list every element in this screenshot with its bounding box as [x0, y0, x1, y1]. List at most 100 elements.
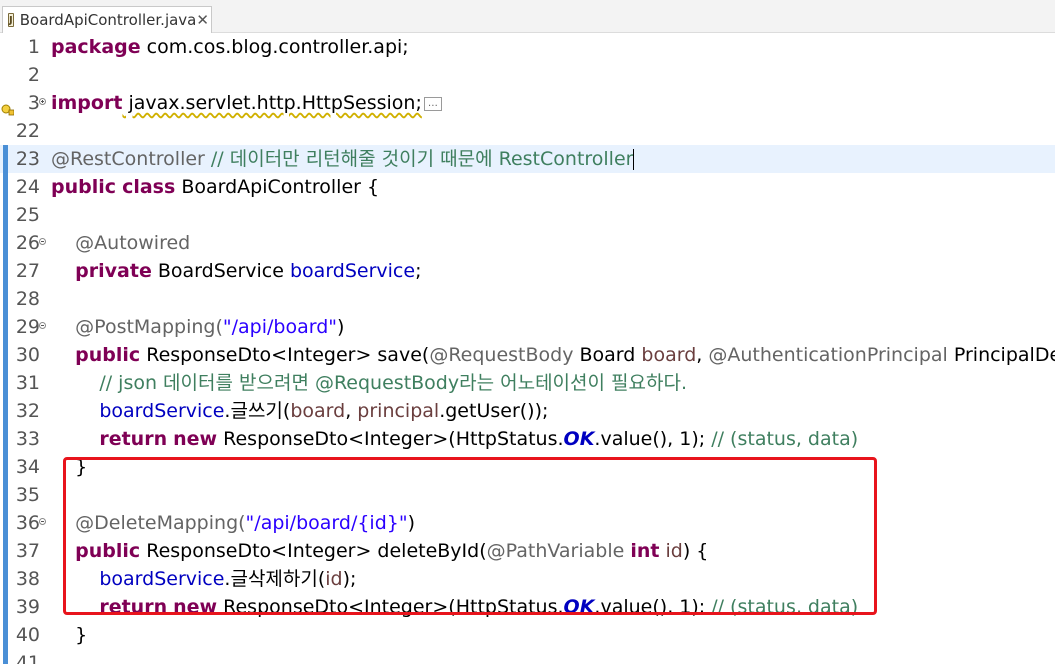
- line-number: 36: [15, 512, 40, 534]
- code-line[interactable]: 30 public ResponseDto<Integer> save(@Req…: [0, 341, 1055, 369]
- line-number: 38: [15, 568, 40, 590]
- change-marker: [3, 173, 8, 201]
- change-marker: [3, 481, 8, 509]
- code-line[interactable]: 24 public class BoardApiController {: [0, 173, 1055, 201]
- code-token: BoardApiController {: [175, 176, 380, 198]
- code-token: @RequestBody: [429, 344, 574, 366]
- line-number: 31: [15, 372, 40, 394]
- code-text: @RestController // 데이터만 리턴해줄 것이기 때문에 Res…: [51, 145, 635, 173]
- change-marker: [3, 285, 8, 313]
- line-number: 1: [27, 36, 40, 58]
- code-token: javax.servlet.http.HttpSession;: [122, 92, 422, 114]
- code-text: import javax.servlet.http.HttpSession;…: [51, 89, 442, 117]
- code-token: boardService: [289, 260, 416, 282]
- line-number: 30: [15, 344, 40, 366]
- code-line[interactable]: 1 package com.cos.blog.controller.api;: [0, 33, 1055, 61]
- code-token: new: [173, 428, 218, 450]
- collapse-fold-icon[interactable]: [39, 238, 46, 245]
- collapse-fold-icon[interactable]: [39, 518, 46, 525]
- line-number: 24: [15, 176, 40, 198]
- code-token: PrincipalDetail principal) {: [953, 344, 1055, 366]
- code-token: @AuthenticationPrincipal: [708, 344, 948, 366]
- code-token: public: [75, 344, 141, 366]
- line-number: 41: [15, 652, 40, 664]
- collapse-fold-icon[interactable]: [39, 322, 46, 329]
- code-token: ;: [415, 260, 422, 282]
- expand-fold-icon[interactable]: [39, 98, 46, 105]
- line-number: 25: [15, 204, 40, 226]
- close-icon[interactable]: ✕: [196, 11, 209, 29]
- change-marker: [3, 201, 8, 229]
- code-token: ResponseDto<Integer> save(: [140, 344, 430, 366]
- change-marker: [3, 369, 8, 397]
- code-text: }: [51, 621, 87, 649]
- code-text: public ResponseDto<Integer> save(@Reques…: [51, 341, 1055, 369]
- code-line[interactable]: 22: [0, 117, 1055, 145]
- change-marker: [3, 341, 8, 369]
- code-text: private BoardService boardService;: [51, 257, 421, 285]
- code-token: com.cos.blog.controller.api;: [140, 36, 409, 58]
- line-number: 33: [15, 428, 40, 450]
- code-token: package: [51, 36, 141, 58]
- code-token: .getUser());: [439, 400, 549, 422]
- line-number: 37: [15, 540, 40, 562]
- change-marker: [3, 229, 8, 257]
- code-line[interactable]: 23 @RestController // 데이터만 리턴해줄 것이기 때문에 R…: [0, 145, 1055, 173]
- code-token: .value(), 1);: [594, 428, 712, 450]
- code-token: .글쓰기(: [224, 400, 291, 422]
- code-token: // (status, data): [711, 428, 859, 450]
- change-marker: [3, 509, 8, 537]
- line-number: 26: [15, 232, 40, 254]
- code-line[interactable]: 28: [0, 285, 1055, 313]
- line-number: 23: [15, 148, 40, 170]
- line-number: 29: [15, 316, 40, 338]
- code-token: class: [122, 176, 176, 198]
- code-line[interactable]: 3 import javax.servlet.http.HttpSession;…: [0, 89, 1055, 117]
- editor-tab-bar: J BoardApiController.java ✕: [0, 0, 1055, 33]
- code-token: public: [51, 176, 117, 198]
- code-line[interactable]: 29 @PostMapping("/api/board"): [0, 313, 1055, 341]
- highlight-box: [63, 457, 877, 615]
- code-token: principal: [357, 400, 440, 422]
- code-token: @PostMapping(: [51, 316, 223, 338]
- text-caret: [633, 149, 635, 170]
- folded-imports-indicator[interactable]: …: [423, 96, 442, 111]
- code-line[interactable]: 31 // json 데이터를 받으려면 @RequestBody라는 어노테이…: [0, 369, 1055, 397]
- change-marker: [3, 537, 8, 565]
- line-number: 32: [15, 400, 40, 422]
- code-token: private: [75, 260, 152, 282]
- code-line[interactable]: 2: [0, 61, 1055, 89]
- line-number: 39: [15, 596, 40, 618]
- change-marker: [3, 649, 8, 664]
- code-token: ResponseDto<Integer>(HttpStatus.: [217, 428, 564, 450]
- change-marker: [3, 565, 8, 593]
- code-token: // json 데이터를 받으려면 @RequestBody라는 어노테이션이 …: [51, 372, 687, 394]
- code-token: Board: [573, 344, 642, 366]
- line-number: 35: [15, 484, 40, 506]
- code-line[interactable]: 25: [0, 201, 1055, 229]
- code-line[interactable]: 40 }: [0, 621, 1055, 649]
- code-text: @PostMapping("/api/board"): [51, 313, 344, 341]
- tab-title: BoardApiController.java: [19, 11, 197, 29]
- java-file-icon: J: [8, 13, 14, 27]
- code-line[interactable]: 32 boardService.글쓰기(board, principal.get…: [0, 397, 1055, 425]
- line-number: 22: [15, 120, 40, 142]
- tab-boardapicontroller[interactable]: J BoardApiController.java ✕: [2, 6, 212, 33]
- code-line[interactable]: 41: [0, 649, 1055, 664]
- line-number: 2: [27, 64, 40, 86]
- code-token: board: [290, 400, 346, 422]
- change-marker: [3, 313, 8, 341]
- code-line[interactable]: 27 private BoardService boardService;: [0, 257, 1055, 285]
- code-token: ,: [696, 344, 709, 366]
- change-marker: [3, 397, 8, 425]
- code-line[interactable]: 33 return new ResponseDto<Integer>(HttpS…: [0, 425, 1055, 453]
- line-number: 40: [15, 624, 40, 646]
- code-token: import: [51, 92, 123, 114]
- code-text: boardService.글쓰기(board, principal.getUse…: [51, 397, 548, 425]
- code-line[interactable]: 26 @Autowired: [0, 229, 1055, 257]
- code-text: // json 데이터를 받으려면 @RequestBody라는 어노테이션이 …: [51, 369, 687, 397]
- line-number: 34: [15, 456, 40, 478]
- line-number: 28: [15, 288, 40, 310]
